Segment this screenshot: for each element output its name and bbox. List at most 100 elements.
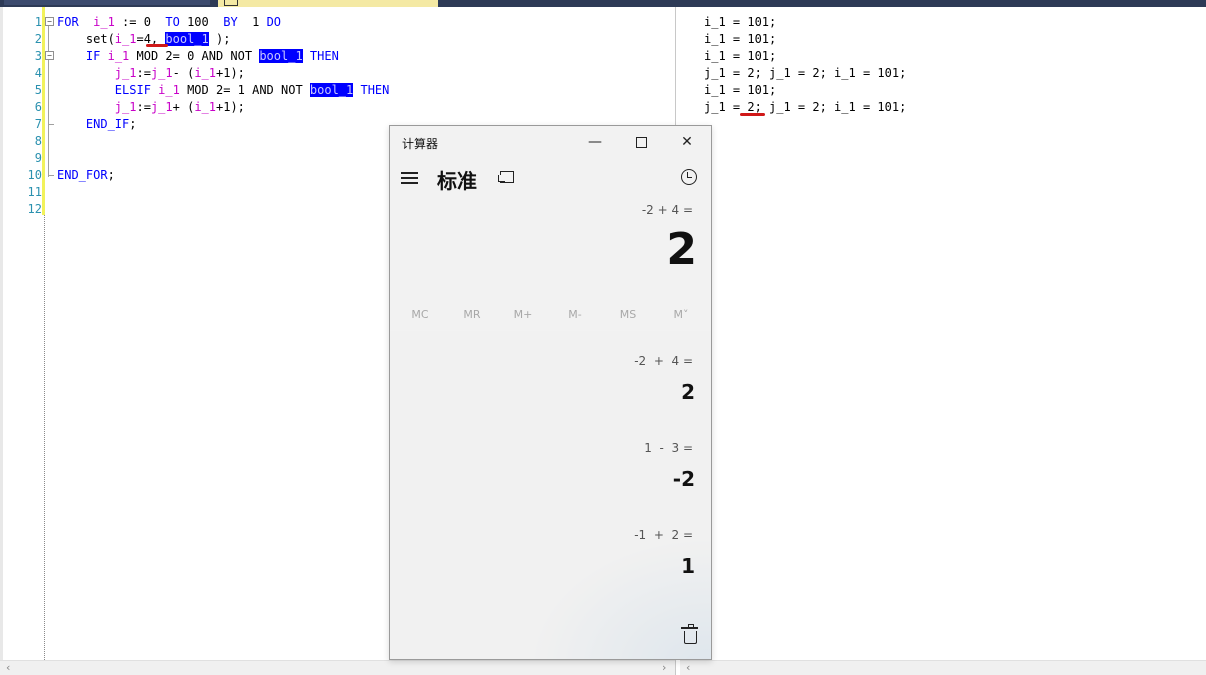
keep-on-top-icon[interactable]	[498, 171, 514, 183]
code-token: MOD 2= 0 AND NOT	[129, 49, 260, 63]
fold-end-for	[48, 175, 54, 176]
code-token: );	[208, 32, 231, 46]
memory-recall-button[interactable]: MR	[452, 308, 492, 321]
code-line[interactable]: ELSIF i_1 MOD 2= 1 AND NOT bool_1 THEN	[57, 82, 389, 99]
code-line[interactable]: END_IF;	[57, 116, 137, 133]
code-token: i_1	[194, 66, 216, 80]
code-token: :=	[136, 66, 151, 80]
code-line[interactable]: FOR i_1 := 0 TO 100 BY 1 DO	[57, 14, 281, 31]
code-token: j_1	[114, 66, 137, 80]
annotation-underline-j1-value	[740, 113, 765, 116]
code-line[interactable]: set(i_1=4, bool_1 );	[57, 31, 230, 48]
calculator-result: 2	[666, 224, 697, 275]
code-token: FOR	[57, 15, 79, 29]
code-token: i_1	[194, 100, 216, 114]
calculator-title: 计算器	[402, 137, 439, 151]
history-result[interactable]: 1	[681, 554, 695, 578]
code-token: ;	[107, 168, 115, 182]
editor-horizontal-scrollbar[interactable]: ‹ ›	[0, 660, 675, 675]
annotation-underline-set-value	[146, 44, 168, 47]
history-expression[interactable]: 1 - 3 =	[644, 441, 693, 455]
code-token: set(	[57, 32, 115, 46]
close-button[interactable]: ✕	[672, 132, 702, 152]
output-line: i_1 = 101;	[704, 32, 777, 46]
scroll-right-icon[interactable]: ›	[662, 661, 666, 675]
minimize-button[interactable]: —	[580, 132, 610, 152]
code-token: THEN	[360, 83, 390, 97]
history-result[interactable]: 2	[681, 380, 695, 404]
code-token: j_1	[150, 100, 173, 114]
memory-list-button[interactable]: M˅	[661, 308, 701, 321]
code-token: j_1	[114, 100, 137, 114]
tab-program-inactive[interactable]	[4, 0, 210, 5]
code-token: +1);	[216, 100, 245, 114]
line-number: 6	[34, 100, 42, 114]
output-line: j_1 = 2; j_1 = 2; i_1 = 101;	[704, 66, 907, 80]
line-number: 8	[34, 134, 42, 148]
code-token: i_1	[107, 49, 130, 63]
tab-program-active[interactable]	[218, 0, 438, 7]
code-token: i_1	[158, 83, 180, 97]
maximize-button[interactable]	[626, 132, 656, 152]
code-line[interactable]: IF i_1 MOD 2= 0 AND NOT bool_1 THEN	[57, 48, 339, 65]
maximize-icon	[635, 136, 647, 148]
code-token: i_1	[93, 15, 115, 29]
code-token: 100	[179, 15, 224, 29]
code-token: i_1	[114, 32, 137, 46]
memory-subtract-button[interactable]: M-	[555, 308, 595, 321]
output-horizontal-scrollbar[interactable]: ‹	[680, 660, 1206, 675]
history-expression[interactable]: -2 + 4 =	[634, 354, 693, 368]
line-number: 10	[27, 168, 42, 182]
line-number: 2	[34, 32, 42, 46]
hamburger-menu-icon[interactable]	[401, 172, 418, 187]
line-number: 1	[34, 15, 42, 29]
line-number: 4	[34, 66, 42, 80]
document-icon	[224, 0, 238, 6]
code-token: BY	[223, 15, 238, 29]
highlighted-token: bool_1	[165, 32, 209, 46]
line-number: 3	[34, 49, 42, 63]
clear-history-trash-icon[interactable]	[681, 624, 698, 644]
memory-button-row: MC MR M+ M- MS M˅	[390, 304, 711, 328]
calculator-mode-title: 标准	[437, 169, 477, 193]
code-token: ELSIF	[114, 83, 151, 97]
editor-margin	[0, 7, 3, 675]
collapse-for-icon[interactable]: −	[45, 17, 54, 26]
line-number: 5	[34, 83, 42, 97]
code-token: THEN	[309, 49, 339, 63]
history-expression[interactable]: -1 + 2 =	[634, 528, 693, 542]
scroll-left-icon[interactable]: ‹	[6, 661, 10, 675]
code-token: j_1	[150, 66, 173, 80]
history-icon[interactable]	[681, 169, 697, 185]
output-line: i_1 = 101;	[704, 83, 777, 97]
code-line[interactable]: j_1:=j_1- (i_1+1);	[57, 65, 245, 82]
memory-add-button[interactable]: M+	[503, 308, 543, 321]
line-number: 11	[27, 185, 42, 199]
code-token: + (	[172, 100, 195, 114]
line-number: 7	[34, 117, 42, 131]
code-line[interactable]: j_1:=j_1+ (i_1+1);	[57, 99, 245, 116]
history-result[interactable]: -2	[673, 467, 695, 491]
fold-guide-line-inner	[48, 63, 49, 123]
highlighted-token: bool_1	[309, 83, 354, 97]
code-token: DO	[266, 15, 282, 29]
code-line[interactable]: END_FOR;	[57, 167, 115, 184]
collapse-if-icon[interactable]: −	[45, 51, 54, 60]
code-token: +1);	[216, 66, 245, 80]
code-token: IF	[85, 49, 101, 63]
memory-store-button[interactable]: MS	[608, 308, 648, 321]
code-token: ;	[129, 117, 137, 131]
output-scroll-left-icon[interactable]: ‹	[686, 661, 690, 675]
code-token: TO	[165, 15, 180, 29]
calculator-expression: -2 + 4 =	[641, 203, 693, 217]
output-line: i_1 = 101;	[704, 49, 777, 63]
memory-clear-button[interactable]: MC	[400, 308, 440, 321]
calculator-window: 计算器 — ✕ 标准 -2 + 4 = 2 MC MR M+ M- MS M˅ …	[389, 125, 712, 660]
changed-lines-marker	[42, 7, 45, 215]
